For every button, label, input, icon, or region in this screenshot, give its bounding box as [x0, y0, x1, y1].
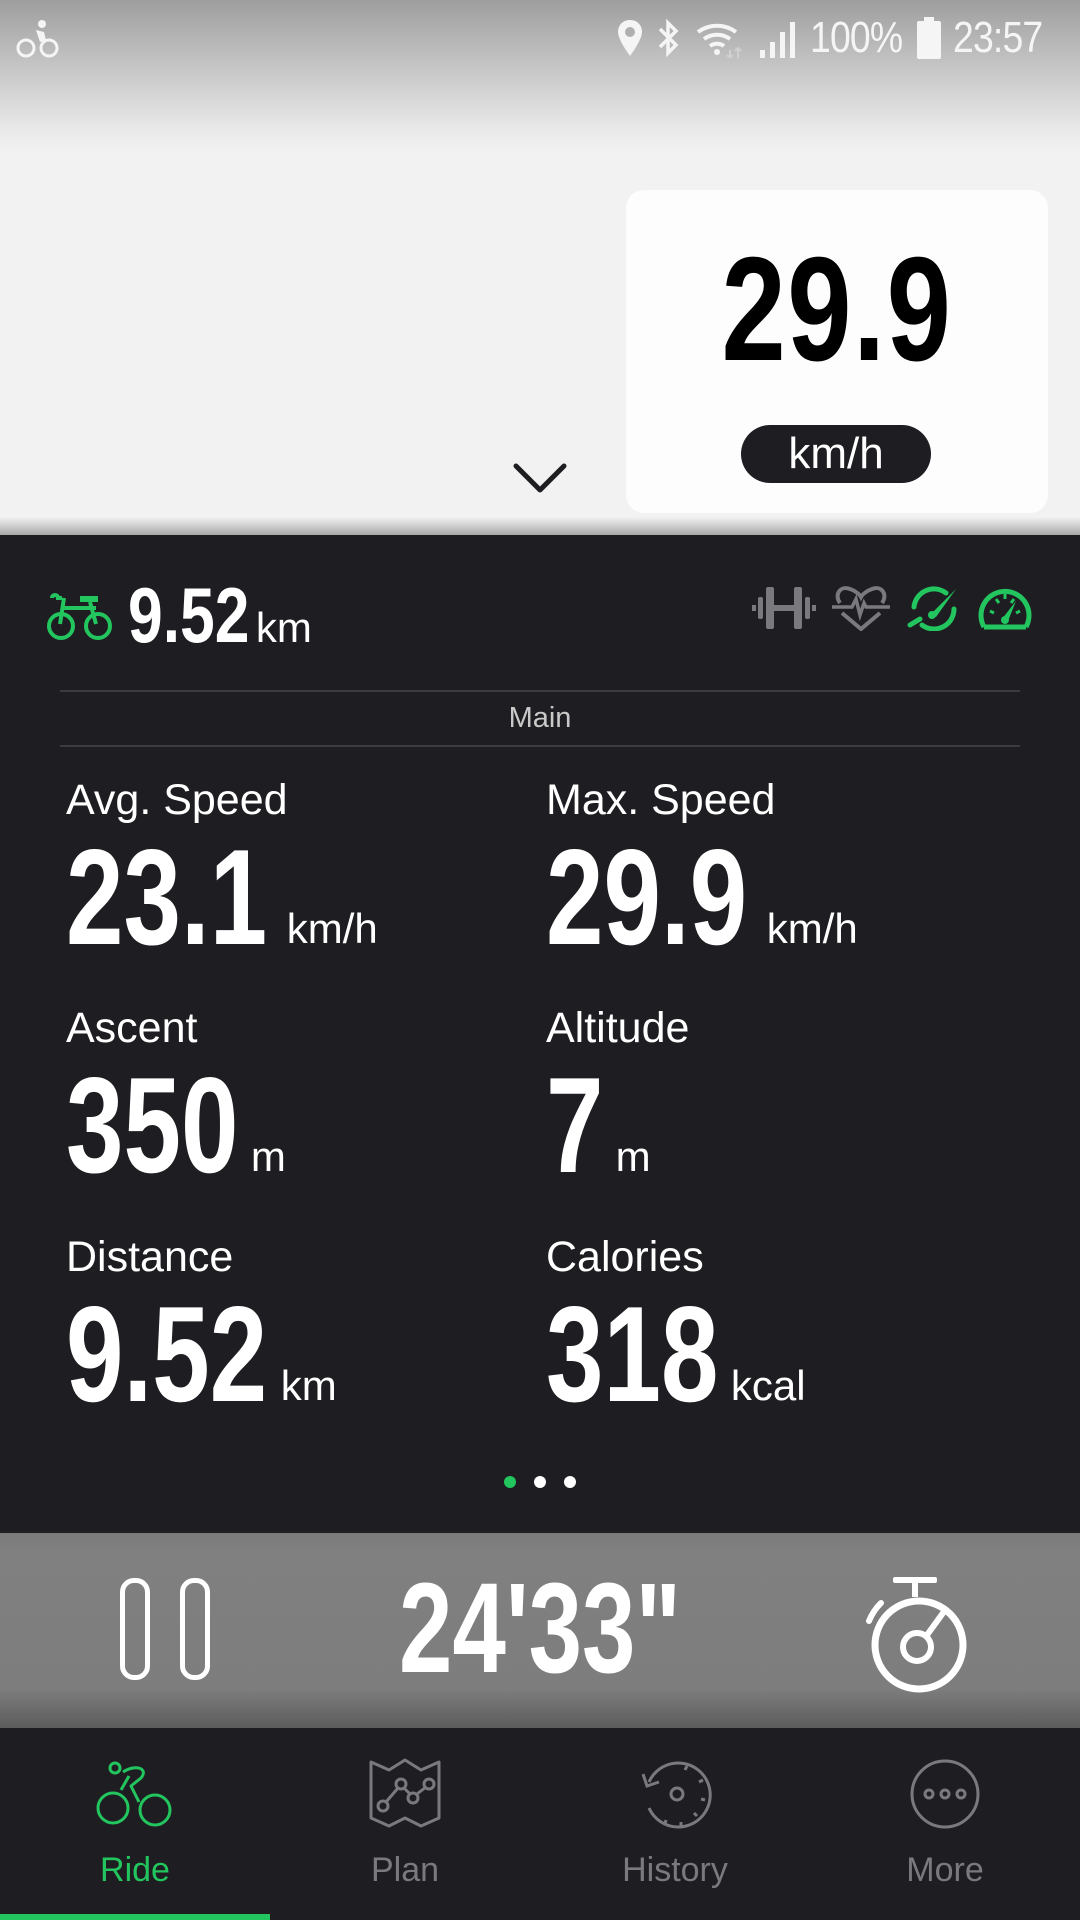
- metric-label: Ascent: [66, 1004, 198, 1052]
- metric-unit: km: [280, 1362, 337, 1409]
- metric-altitude: Altitude 7 m: [546, 1003, 1006, 1203]
- metric-ascent: Ascent 350 m: [66, 1003, 526, 1203]
- more-icon: [910, 1759, 980, 1829]
- current-speed-unit: km/h: [741, 425, 931, 483]
- page-indicator: [0, 1476, 1080, 1488]
- current-speed-value: 29.9: [721, 227, 953, 392]
- ride-distance-value: 9.52: [128, 571, 250, 659]
- dumbbell-icon[interactable]: [752, 585, 816, 631]
- metric-label: Altitude: [546, 1004, 690, 1052]
- ride-distance-summary: 9.52 km: [46, 571, 312, 659]
- metric-unit: m: [615, 1133, 651, 1180]
- bottom-nav: Ride Plan History More: [0, 1728, 1080, 1920]
- metric-avg-speed: Avg. Speed 23.1 km/h: [66, 775, 526, 975]
- current-speed-card[interactable]: 29.9 km/h: [626, 190, 1048, 513]
- page-dot-3[interactable]: [564, 1476, 576, 1488]
- metric-value: 29.9: [546, 821, 748, 973]
- clock: 23:57: [952, 13, 1043, 62]
- stopwatch-icon[interactable]: [855, 1573, 973, 1695]
- heart-rate-icon[interactable]: [830, 585, 892, 631]
- nav-label: Ride: [100, 1851, 170, 1889]
- page-divider-bottom: [60, 745, 1020, 747]
- page-label: Main: [508, 702, 572, 734]
- ride-distance-unit: km: [255, 604, 312, 651]
- history-icon: [641, 1761, 712, 1829]
- metric-unit: km/h: [766, 905, 858, 952]
- chevron-down-icon[interactable]: [512, 460, 568, 496]
- status-icons: 100% 23:57: [616, 12, 1058, 64]
- battery-full-icon: [916, 17, 941, 59]
- location-icon: [618, 20, 643, 56]
- metric-value: 23.1: [66, 821, 268, 973]
- sensor-status-icons: [752, 585, 1034, 631]
- metric-label: Distance: [66, 1233, 234, 1281]
- current-speed-area: 29.9 km/h: [0, 150, 1080, 535]
- active-tab-indicator: [0, 1914, 270, 1920]
- metric-value: 318: [546, 1278, 719, 1430]
- metric-unit: km/h: [286, 905, 378, 952]
- bike-icon: [47, 593, 112, 640]
- speedometer-icon[interactable]: [976, 585, 1034, 631]
- page-dot-2[interactable]: [534, 1476, 546, 1488]
- elapsed-time: 24'33": [399, 1557, 681, 1700]
- battery-percent: 100%: [810, 13, 903, 62]
- nav-tab-history[interactable]: History: [540, 1728, 810, 1920]
- nav-label: More: [906, 1851, 984, 1889]
- map-route-icon: [369, 1758, 441, 1828]
- page-divider-top: [60, 690, 1020, 692]
- nav-tab-more[interactable]: More: [810, 1728, 1080, 1920]
- metric-unit: kcal: [730, 1362, 806, 1409]
- metric-label: Calories: [546, 1233, 704, 1281]
- nav-label: Plan: [370, 1851, 440, 1889]
- bluetooth-icon: [659, 18, 679, 58]
- nav-tab-plan[interactable]: Plan: [270, 1728, 540, 1920]
- ride-stats-panel: 9.52 km Main Avg. Speed 23.1 km/h Max. S…: [0, 535, 1080, 1533]
- metric-value: 7: [546, 1049, 604, 1201]
- nav-label: History: [622, 1851, 728, 1889]
- timer-bar: 24'33": [0, 1533, 1080, 1728]
- nav-tab-ride[interactable]: Ride: [0, 1728, 270, 1920]
- cyclist-icon: [96, 1761, 172, 1827]
- wifi-icon: [697, 23, 743, 58]
- metric-value: 350: [66, 1049, 239, 1201]
- metric-label: Max. Speed: [546, 776, 776, 824]
- metric-max-speed: Max. Speed 29.9 km/h: [546, 775, 1006, 975]
- signal-icon: [760, 22, 796, 58]
- pause-button[interactable]: [118, 1578, 218, 1688]
- cycling-notification-icon: [16, 20, 59, 58]
- status-bar: 100% 23:57: [0, 0, 1080, 150]
- metric-label: Avg. Speed: [66, 776, 288, 824]
- page-dot-1[interactable]: [504, 1476, 516, 1488]
- metric-distance: Distance 9.52 km: [66, 1232, 526, 1432]
- metric-calories: Calories 318 kcal: [546, 1232, 1006, 1432]
- pause-icon-bar: [180, 1578, 210, 1680]
- metric-unit: m: [250, 1133, 286, 1180]
- metric-value: 9.52: [66, 1278, 268, 1430]
- pause-icon: [120, 1578, 150, 1680]
- cadence-icon[interactable]: [906, 585, 962, 631]
